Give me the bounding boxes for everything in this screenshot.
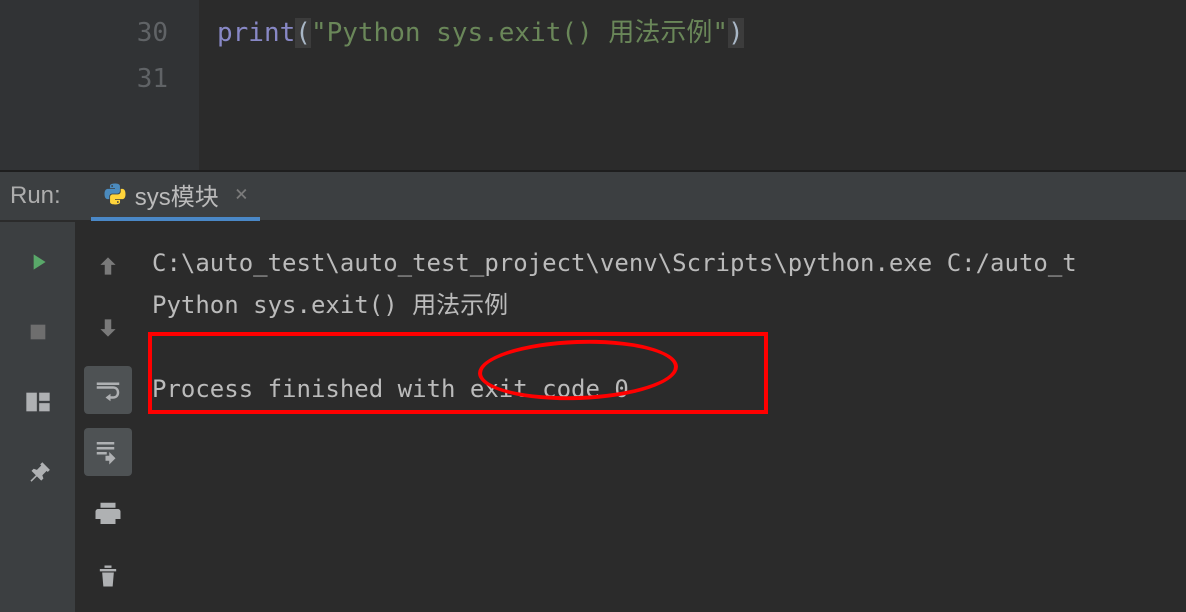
layout-button[interactable] bbox=[18, 382, 58, 422]
code-token-paren: ( bbox=[295, 18, 311, 48]
line-number: 30 bbox=[0, 10, 168, 56]
run-panel: Run: sys模块 × bbox=[0, 170, 1186, 612]
tab-label: sys模块 bbox=[135, 177, 219, 212]
pin-button[interactable] bbox=[18, 452, 58, 492]
console-line: C:\auto_test\auto_test_project\venv\Scri… bbox=[152, 242, 1174, 284]
code-line[interactable]: print("Python sys.exit() 用法示例") bbox=[199, 10, 1186, 56]
up-arrow-button[interactable] bbox=[84, 242, 132, 290]
gutter: 30 31 bbox=[0, 0, 198, 170]
run-body: C:\auto_test\auto_test_project\venv\Scri… bbox=[0, 222, 1186, 612]
run-header: Run: sys模块 × bbox=[0, 172, 1186, 222]
python-icon bbox=[103, 182, 127, 206]
editor-area: 30 31 print("Python sys.exit() 用法示例") bbox=[0, 0, 1186, 170]
console-blank bbox=[152, 326, 1174, 368]
scroll-to-end-button[interactable] bbox=[84, 428, 132, 476]
run-toolbar-mid bbox=[75, 222, 140, 612]
close-icon[interactable]: × bbox=[235, 182, 248, 207]
code-token-string: "Python sys.exit() 用法示例" bbox=[311, 18, 728, 48]
run-toolbar-left bbox=[0, 222, 75, 612]
print-button[interactable] bbox=[84, 490, 132, 538]
trash-button[interactable] bbox=[84, 552, 132, 600]
code-token-paren: ) bbox=[728, 18, 744, 48]
console-line: Python sys.exit() 用法示例 bbox=[152, 284, 1174, 326]
console-line-exit: Process finished with exit code 0 bbox=[152, 368, 1174, 410]
run-label: Run: bbox=[0, 182, 91, 210]
console-output[interactable]: C:\auto_test\auto_test_project\venv\Scri… bbox=[140, 222, 1186, 612]
run-tab[interactable]: sys模块 × bbox=[91, 171, 260, 221]
code-token-func: print bbox=[217, 18, 295, 48]
line-number: 31 bbox=[0, 56, 168, 102]
down-arrow-button[interactable] bbox=[84, 304, 132, 352]
stop-button[interactable] bbox=[18, 312, 58, 352]
soft-wrap-button[interactable] bbox=[84, 366, 132, 414]
rerun-button[interactable] bbox=[18, 242, 58, 282]
code-editor[interactable]: print("Python sys.exit() 用法示例") bbox=[198, 0, 1186, 170]
